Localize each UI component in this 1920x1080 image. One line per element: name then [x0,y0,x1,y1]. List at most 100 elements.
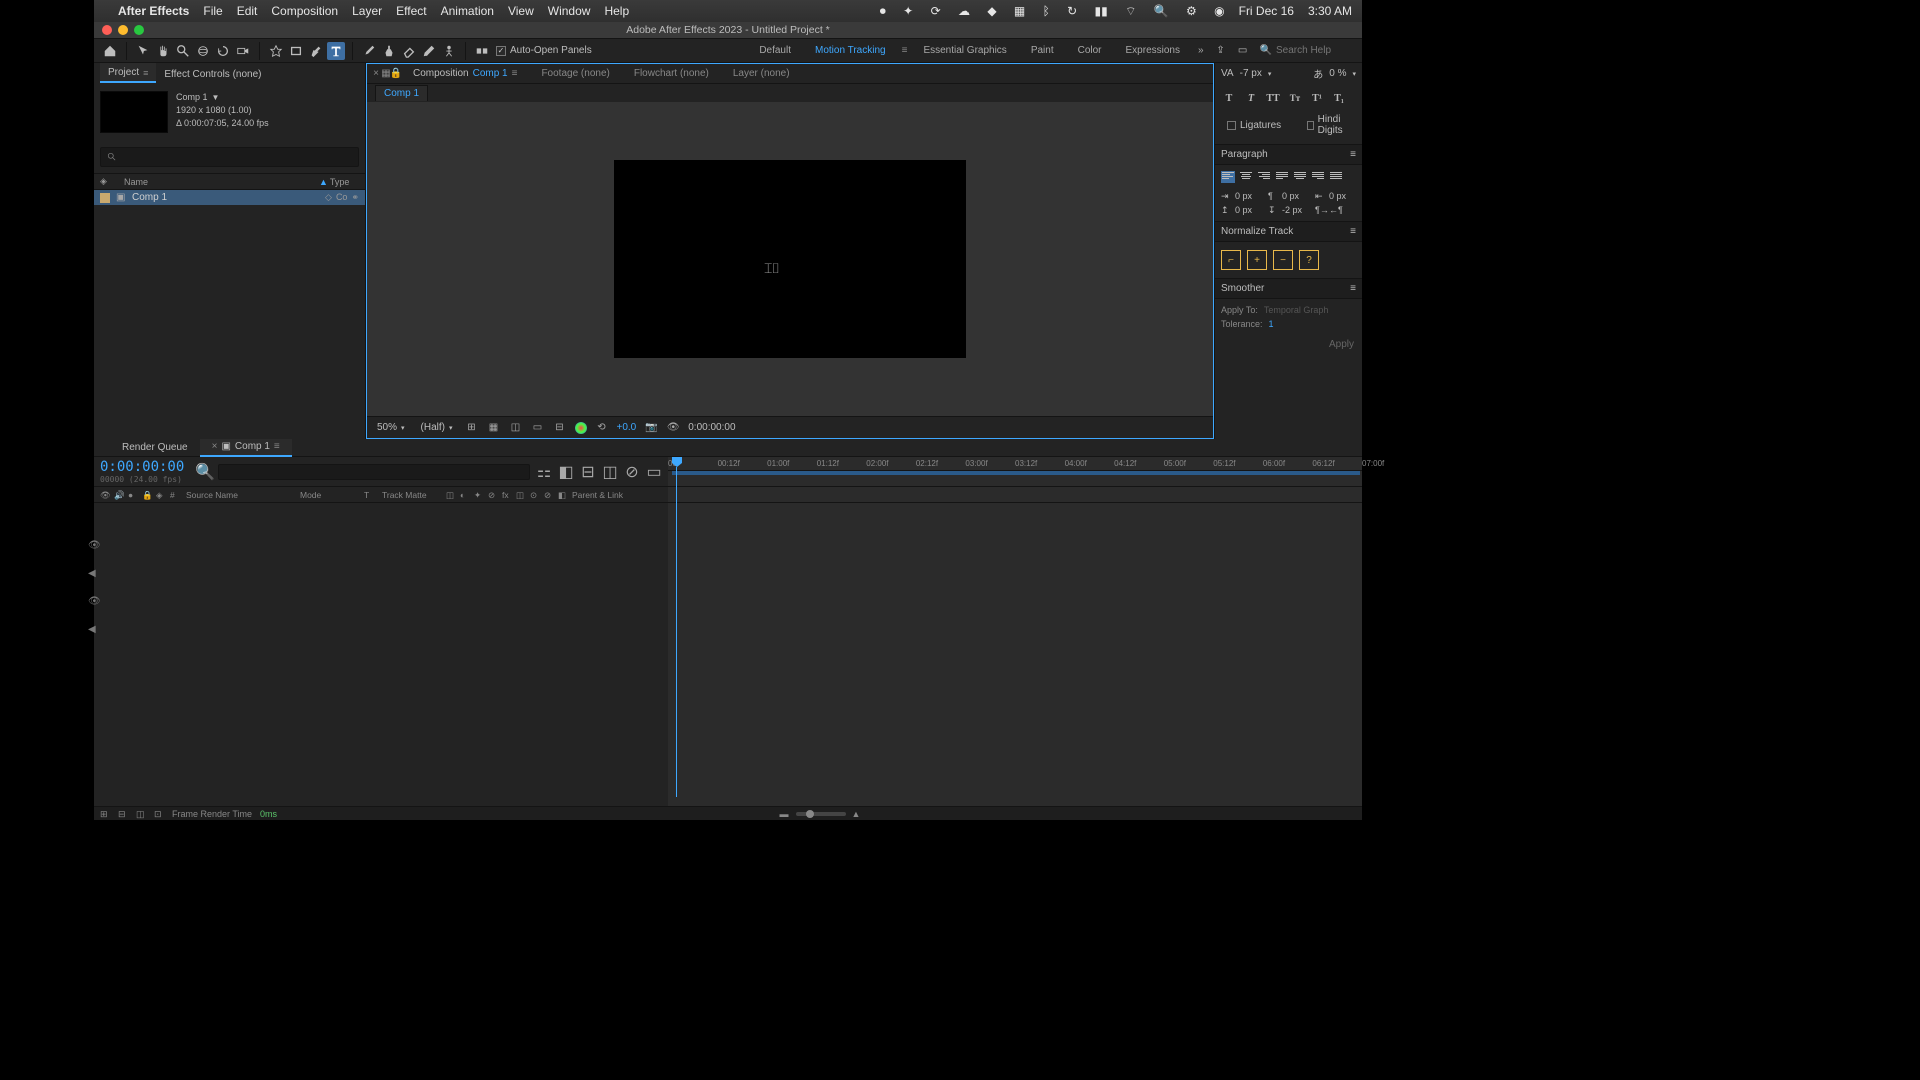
hindi-digits-checkbox[interactable]: Hindi Digits [1301,112,1356,138]
exposure-value[interactable]: +0.0 [617,422,637,433]
workspace-essential-graphics[interactable]: Essential Graphics [911,39,1018,63]
shy-icon[interactable]: ⊟ [580,464,596,480]
tolerance-value[interactable]: 1 [1269,319,1274,329]
rotate-tool[interactable] [214,42,232,60]
workspace-paint[interactable]: Paint [1019,39,1066,63]
switches-icon[interactable]: ⊙ [530,490,540,500]
flowchart-tab[interactable]: Flowchart (none) [622,64,721,84]
subscript-button[interactable]: T₁ [1331,90,1347,106]
justify-last-center-button[interactable] [1293,171,1307,183]
layer-tab[interactable]: Layer (none) [721,64,802,84]
app-name[interactable]: After Effects [118,4,189,18]
snapshot-icon[interactable]: 📷 [644,421,658,435]
layer-search-icon[interactable]: 🔍 [198,465,212,479]
apply-to-value[interactable]: Temporal Graph [1264,305,1329,315]
normalize-mode-c[interactable]: − [1273,250,1293,270]
sort-arrow-icon[interactable]: ▲ [319,177,328,187]
menu-edit[interactable]: Edit [237,4,258,18]
align-left-button[interactable] [1221,171,1235,183]
effect-controls-tab[interactable]: Effect Controls (none) [156,65,269,83]
menubar-time[interactable]: 3:30 AM [1308,4,1352,18]
video-column-icon[interactable]: 👁 [100,490,110,500]
type-column[interactable]: Type [330,177,350,187]
indent-left-value[interactable]: 0 px [1235,191,1252,201]
direction-rtl-icon[interactable]: ←¶ [1329,205,1341,215]
menu-layer[interactable]: Layer [352,4,382,18]
pen-tool[interactable] [307,42,325,60]
timeline-tracks[interactable] [668,503,1362,806]
switches-icon[interactable]: ⊘ [544,490,554,500]
mode-column[interactable]: Mode [300,490,360,500]
name-column[interactable]: Name [110,177,319,187]
switches-icon[interactable]: ◫ [516,490,526,500]
share-button[interactable]: ⇪ [1212,42,1230,60]
figma-icon[interactable]: ✦ [903,4,913,18]
switches-icon[interactable]: ◫ [446,490,456,500]
timeline-comp-tab[interactable]: × ▣ Comp 1 ≡ [200,439,292,457]
panel-menu-icon[interactable]: ≡ [1350,283,1356,294]
collapsed-panel-icon[interactable]: ◀ [88,624,96,632]
spotlight-icon[interactable]: 🔍 [1154,4,1169,18]
t-column[interactable]: T [364,490,378,500]
panel-menu-icon[interactable]: ≡ [1350,226,1356,237]
switches-icon[interactable]: fx [502,490,512,500]
comp-thumbnail[interactable] [100,91,168,133]
home-button[interactable] [101,42,119,60]
justify-all-button[interactable] [1329,171,1343,183]
comp-flow-tab[interactable]: Comp 1 [375,85,428,101]
menu-effect[interactable]: Effect [396,4,426,18]
project-search[interactable] [100,147,359,167]
workspace-overflow[interactable]: » [1192,45,1210,56]
composition-canvas[interactable]: ⌶▯ [614,160,966,358]
zoom-out-timeline-icon[interactable]: ▬ [780,809,790,819]
layer-search-input[interactable] [218,464,530,480]
timeline-zoom-slider[interactable] [796,812,846,816]
workspace-expressions[interactable]: Expressions [1114,39,1192,63]
toggle-switches-icon[interactable]: ⊟ [118,809,128,819]
eraser-tool[interactable] [400,42,418,60]
render-queue-tab[interactable]: Render Queue [110,439,200,457]
hand-tool[interactable] [154,42,172,60]
draft3d-icon[interactable]: ◧ [558,464,574,480]
switches-icon[interactable]: ✦ [474,490,484,500]
roto-brush-tool[interactable] [420,42,438,60]
auto-open-panels-checkbox[interactable]: ✓ Auto-Open Panels [496,45,592,56]
normalize-mode-d[interactable]: ? [1299,250,1319,270]
menubar-status-icons[interactable]: ⏺ ✦ ⟳ ☁ ◆ ▦ ᛒ ↻ ▮▮ ⌔ 🔍 ⚙ ◉ [866,4,1225,19]
asset-comp1-row[interactable]: ▣ Comp 1 ◇Co⚭ [94,190,365,205]
lock-column-icon[interactable]: 🔒 [142,490,152,500]
toggle-switches-icon[interactable]: ⊡ [154,809,164,819]
smoother-apply-button[interactable]: Apply [1215,335,1362,354]
control-center-icon[interactable]: ⚙ [1186,4,1197,18]
menu-view[interactable]: View [508,4,534,18]
collapsed-panel-icon[interactable]: 👁 [88,540,96,548]
menu-composition[interactable]: Composition [271,4,338,18]
orbit-tool[interactable] [194,42,212,60]
solo-column-icon[interactable]: ● [128,490,138,500]
num-column[interactable]: # [170,490,182,500]
graph-editor-icon[interactable]: ▭ [646,464,662,480]
space-before-value[interactable]: 0 px [1235,205,1252,215]
sync-icon[interactable]: ⟳ [931,4,941,18]
asset-flow-icon[interactable]: ⚭ [351,192,359,203]
switches-icon[interactable]: ◐ [460,490,470,500]
align-right-button[interactable] [1257,171,1271,183]
camera-tool[interactable] [234,42,252,60]
reset-exposure-icon[interactable]: ⟲ [595,421,609,435]
snapping-toggle[interactable] [473,42,491,60]
label-column-icon[interactable]: ◈ [100,176,110,187]
audio-column-icon[interactable]: 🔊 [114,490,124,500]
comp-mini-flowchart-icon[interactable]: ⚏ [536,464,552,480]
puppet-pin-tool[interactable] [440,42,458,60]
close-tab-icon[interactable]: × [212,441,218,452]
label-column-icon[interactable]: ◈ [156,490,166,500]
toggle-switches-icon[interactable]: ⊞ [100,809,110,819]
justify-last-right-button[interactable] [1311,171,1325,183]
footage-tab[interactable]: Footage (none) [529,64,621,84]
siri-icon[interactable]: ◉ [1214,4,1224,18]
menu-animation[interactable]: Animation [441,4,494,18]
fast-preview-icon[interactable]: ⊞ [465,421,479,435]
composition-tab[interactable]: Composition Comp 1 ≡ [401,64,529,84]
clone-stamp-tool[interactable] [380,42,398,60]
parent-column[interactable]: Parent & Link [572,490,642,500]
